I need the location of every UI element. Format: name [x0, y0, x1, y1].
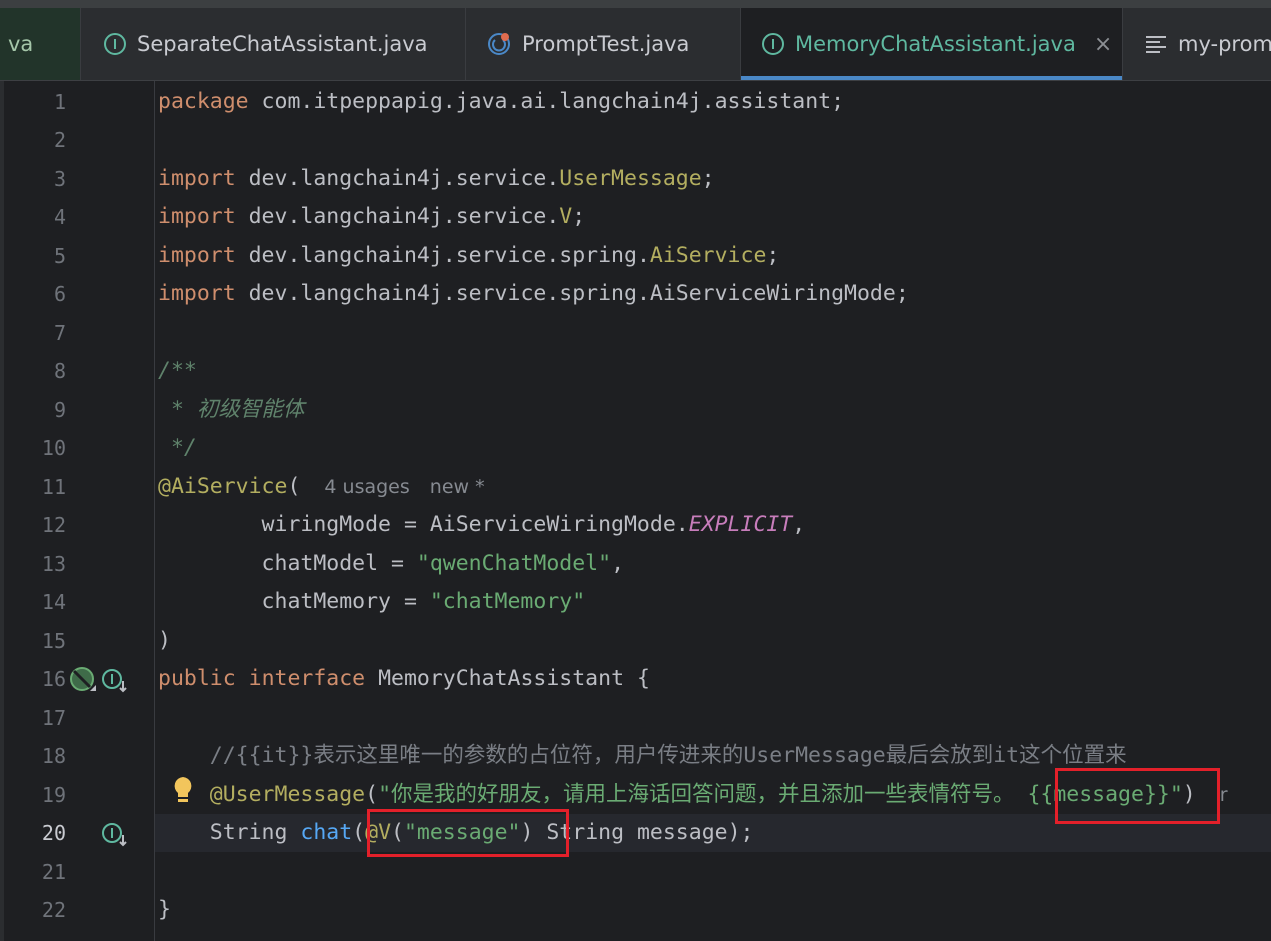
line-number: 4	[53, 205, 66, 229]
code-line-12: wiringMode = AiServiceWiringMode.EXPLICI…	[158, 512, 806, 537]
line-number: 1	[53, 90, 66, 114]
line-number: 2	[53, 128, 66, 152]
code-line-8: /**	[158, 358, 197, 383]
code-line-6: import dev.langchain4j.service.spring.Ai…	[158, 281, 909, 306]
code-line-1: package com.itpeppapig.java.ai.langchain…	[158, 89, 845, 114]
tab-label: va	[8, 32, 34, 56]
line-number: 6	[53, 282, 66, 306]
line-number: 19	[41, 783, 66, 807]
line-number: 3	[53, 167, 66, 191]
line-number: 16	[41, 667, 66, 691]
line-number: 5	[53, 244, 66, 268]
tab-separate-chat-assistant[interactable]: SeparateChatAssistant.java	[103, 8, 428, 80]
code-line-4: import dev.langchain4j.service.V;	[158, 204, 586, 229]
tab-label: PromptTest.java	[522, 32, 690, 56]
active-tab-indicator	[741, 76, 1122, 80]
usages-inlay-hint[interactable]: 4 usages	[324, 476, 409, 498]
tab-separator	[80, 8, 81, 80]
line-number: 22	[41, 898, 66, 922]
code-line-15: )	[158, 628, 171, 653]
line-number: 15	[41, 629, 66, 653]
implemented-interface-icon[interactable]	[101, 667, 131, 701]
test-class-icon	[486, 31, 512, 57]
code-line-9: * 初级智能体	[158, 397, 305, 422]
tab-label: SeparateChatAssistant.java	[137, 32, 428, 56]
line-number: 10	[41, 436, 66, 460]
close-icon[interactable]: ×	[1094, 32, 1112, 57]
line-number-current: 20	[41, 821, 66, 845]
author-inlay-hint[interactable]: new *	[430, 476, 485, 498]
window-top-strip	[0, 0, 1271, 8]
tab-memory-chat-assistant[interactable]: MemoryChatAssistant.java ×	[741, 8, 1122, 80]
line-number: 9	[53, 398, 66, 422]
interface-icon	[103, 32, 127, 56]
tab-partial-left[interactable]: va	[0, 8, 80, 80]
tab-label: MemoryChatAssistant.java	[795, 32, 1076, 56]
tab-label: my-prom	[1178, 32, 1271, 56]
line-number: 17	[41, 706, 66, 730]
line-number: 11	[41, 475, 66, 499]
tab-separator	[1122, 8, 1123, 80]
code-line-13: chatModel = "qwenChatModel",	[158, 551, 625, 576]
code-line-18: //{{it}}表示这里唯一的参数的占位符，用户传进来的UserMessage最…	[158, 743, 1127, 768]
code-line-16: public interface MemoryChatAssistant {	[158, 666, 650, 691]
line-number: 8	[53, 359, 66, 383]
editor-tab-bar: va SeparateChatAssistant.java PromptTest…	[0, 8, 1271, 81]
line-number: 7	[53, 321, 66, 345]
text-file-icon	[1144, 32, 1168, 56]
tab-prompt-test[interactable]: PromptTest.java	[486, 8, 689, 80]
tab-my-prompt[interactable]: my-prom	[1144, 8, 1271, 80]
highlight-box-message-placeholder	[1055, 768, 1220, 824]
code-line-10: */	[158, 435, 197, 460]
line-number: 21	[41, 860, 66, 884]
line-number: 14	[41, 590, 66, 614]
highlight-box-v-annotation	[367, 809, 569, 857]
line-number: 13	[41, 552, 66, 576]
editor-gutter[interactable]: 1 2 3 4 5 6 7 8 9 10 11 12 13 14 15 16 1…	[4, 81, 155, 941]
code-line-14: chatMemory = "chatMemory"	[158, 589, 586, 614]
code-line-22: }	[158, 897, 171, 922]
code-line-5: import dev.langchain4j.service.spring.Ai…	[158, 243, 780, 268]
line-number: 12	[41, 513, 66, 537]
implemented-method-icon[interactable]	[101, 821, 131, 855]
line-number: 18	[41, 744, 66, 768]
code-line-3: import dev.langchain4j.service.UserMessa…	[158, 166, 715, 191]
tab-separator	[465, 8, 466, 80]
interface-icon	[761, 32, 785, 56]
no-beans-icon[interactable]	[68, 665, 98, 699]
code-line-11: @AiService(4 usages new *	[158, 474, 485, 499]
